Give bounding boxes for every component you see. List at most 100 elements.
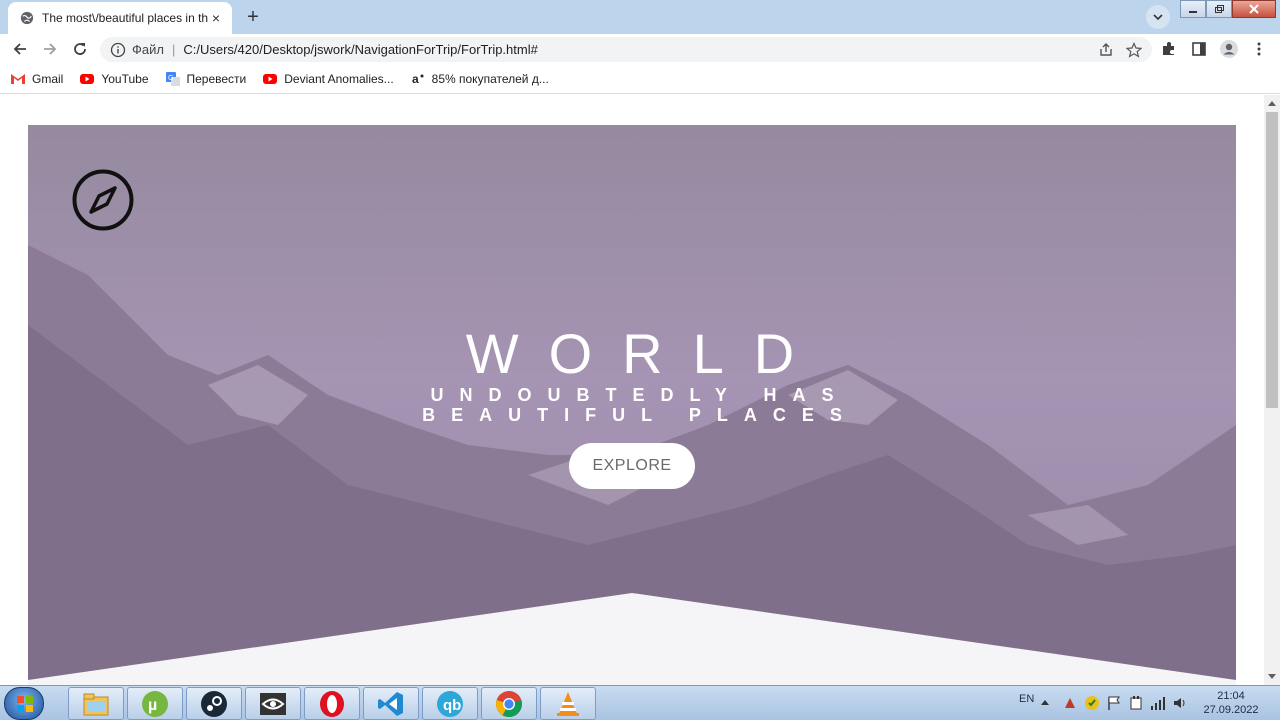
bookmark-label: 85% покупателей д... [431, 71, 549, 86]
eye-app-icon [260, 692, 286, 715]
svg-text:G: G [168, 75, 173, 82]
tray-expand-icon[interactable] [1040, 698, 1050, 706]
arrow-left-icon [13, 43, 26, 55]
bookmark-label: Deviant Anomalies... [284, 71, 394, 86]
youtube-icon [263, 73, 278, 84]
bookmark-youtube[interactable]: YouTube [79, 71, 149, 87]
scroll-down-icon[interactable] [1268, 674, 1276, 679]
network-icon[interactable] [1150, 695, 1166, 711]
subtitle-line-1: UNDOUBTEDLY HAS [430, 385, 850, 405]
share-button[interactable] [1096, 40, 1116, 60]
side-panel-button[interactable] [1189, 39, 1209, 59]
address-bar[interactable]: Файл | C:/Users/420/Desktop/jswork/Navig… [100, 37, 1152, 62]
bookmark-star-button[interactable] [1124, 40, 1144, 60]
start-button[interactable] [4, 687, 44, 720]
translate-icon: G [165, 71, 180, 86]
tab-strip: The most\/beautiful places in the × + [0, 0, 1280, 34]
puzzle-icon [1163, 42, 1174, 55]
bookmark-label: Перевести [186, 71, 247, 86]
clock-time: 21:04 [1217, 690, 1245, 702]
protocol-label: Файл [132, 42, 164, 57]
youtube-icon [80, 73, 95, 84]
minimize-button[interactable] [1180, 0, 1206, 18]
windows-logo-icon [17, 696, 33, 712]
page-viewport: WORLD UNDOUBTEDLY HAS BEAUTIFUL PLACES E… [0, 95, 1264, 685]
language-indicator[interactable]: EN [1019, 693, 1034, 705]
omnibox-separator: | [171, 42, 176, 57]
close-icon [1249, 4, 1259, 14]
tab-title: The most\/beautiful places in the [42, 11, 208, 25]
menu-button[interactable] [1249, 39, 1269, 59]
close-window-button[interactable] [1232, 0, 1276, 18]
tab-search-button[interactable] [1146, 5, 1170, 29]
tab-active[interactable]: The most\/beautiful places in the × [8, 2, 232, 34]
star-icon [1126, 41, 1142, 58]
bookmark-deviant[interactable]: Deviant Anomalies... [262, 71, 394, 87]
reload-button[interactable] [69, 38, 91, 60]
explore-button[interactable]: EXPLORE [569, 443, 695, 489]
vscode-icon [378, 691, 403, 716]
taskbar-eye-app[interactable] [245, 687, 301, 720]
bookmark-label: Gmail [32, 71, 64, 86]
chrome-icon [496, 690, 522, 717]
vertical-scrollbar[interactable] [1264, 95, 1280, 685]
compass-icon[interactable] [72, 169, 134, 231]
subtitle-line-2: BEAUTIFUL PLACES [422, 405, 858, 425]
close-tab-icon[interactable]: × [208, 10, 224, 26]
info-icon[interactable] [110, 42, 126, 58]
volume-icon[interactable] [1172, 695, 1188, 711]
opera-icon [320, 690, 344, 717]
avatar-icon [1220, 40, 1238, 58]
browser-toolbar: Файл | C:/Users/420/Desktop/jswork/Navig… [0, 34, 1280, 64]
profile-button[interactable] [1219, 39, 1239, 59]
kebab-menu-icon [1257, 42, 1261, 56]
bookmarks-bar: Gmail YouTube G Перевести Deviant Anomal… [0, 64, 1280, 94]
arrow-right-icon [44, 43, 57, 55]
gmail-icon [11, 73, 25, 84]
taskbar-qbittorrent[interactable]: qb [422, 687, 478, 720]
scroll-up-icon[interactable] [1268, 101, 1276, 106]
taskbar-file-explorer[interactable] [68, 687, 124, 720]
taskbar-steam[interactable] [186, 687, 242, 720]
taskbar-opera[interactable] [304, 687, 360, 720]
svg-text:a: a [412, 72, 419, 86]
file-explorer-icon [83, 693, 109, 715]
clock-date: 27.09.2022 [1203, 704, 1259, 716]
bookmark-gmail[interactable]: Gmail [10, 71, 63, 87]
bookmark-label: YouTube [101, 71, 149, 86]
taskbar-utorrent[interactable]: µ [127, 687, 183, 720]
hero-section: WORLD UNDOUBTEDLY HAS BEAUTIFUL PLACES E… [28, 125, 1236, 685]
restore-button[interactable] [1206, 0, 1232, 18]
device-icon[interactable] [1128, 695, 1144, 711]
window-controls [1180, 0, 1276, 18]
utorrent-icon: µ [142, 690, 168, 717]
taskbar-chrome[interactable] [481, 687, 537, 720]
restore-icon [1215, 5, 1224, 13]
taskbar-vlc[interactable] [540, 687, 596, 720]
taskbar-clock[interactable]: 21:04 27.09.2022 [1196, 689, 1266, 717]
flag-icon[interactable] [1106, 695, 1122, 711]
side-panel-icon [1192, 42, 1206, 56]
tray-app-icon[interactable] [1062, 695, 1078, 711]
svg-text:qb: qb [443, 697, 461, 714]
qbittorrent-icon: qb [437, 690, 463, 717]
svg-text:µ: µ [148, 697, 157, 714]
scroll-thumb[interactable] [1266, 112, 1278, 408]
page-headline: WORLD [465, 322, 825, 385]
chevron-down-icon [1153, 14, 1163, 21]
taskbar-vscode[interactable] [363, 687, 419, 720]
vlc-icon [557, 691, 579, 716]
new-tab-button[interactable]: + [240, 4, 266, 30]
bookmark-translate[interactable]: G Перевести [165, 71, 247, 87]
bookmark-aliexpress[interactable]: a 85% покупателей д... [410, 71, 549, 87]
url-text[interactable]: C:/Users/420/Desktop/jswork/NavigationFo… [183, 42, 1096, 57]
reload-icon [74, 43, 86, 55]
aliexpress-icon: a [412, 72, 424, 86]
globe-icon [20, 11, 34, 25]
extensions-button[interactable] [1159, 39, 1179, 59]
share-icon [1100, 42, 1112, 56]
forward-button[interactable] [39, 38, 61, 60]
page-subtitle: UNDOUBTEDLY HAS BEAUTIFUL PLACES [28, 385, 1236, 425]
tray-shield-icon[interactable] [1084, 695, 1100, 711]
back-button[interactable] [9, 38, 31, 60]
